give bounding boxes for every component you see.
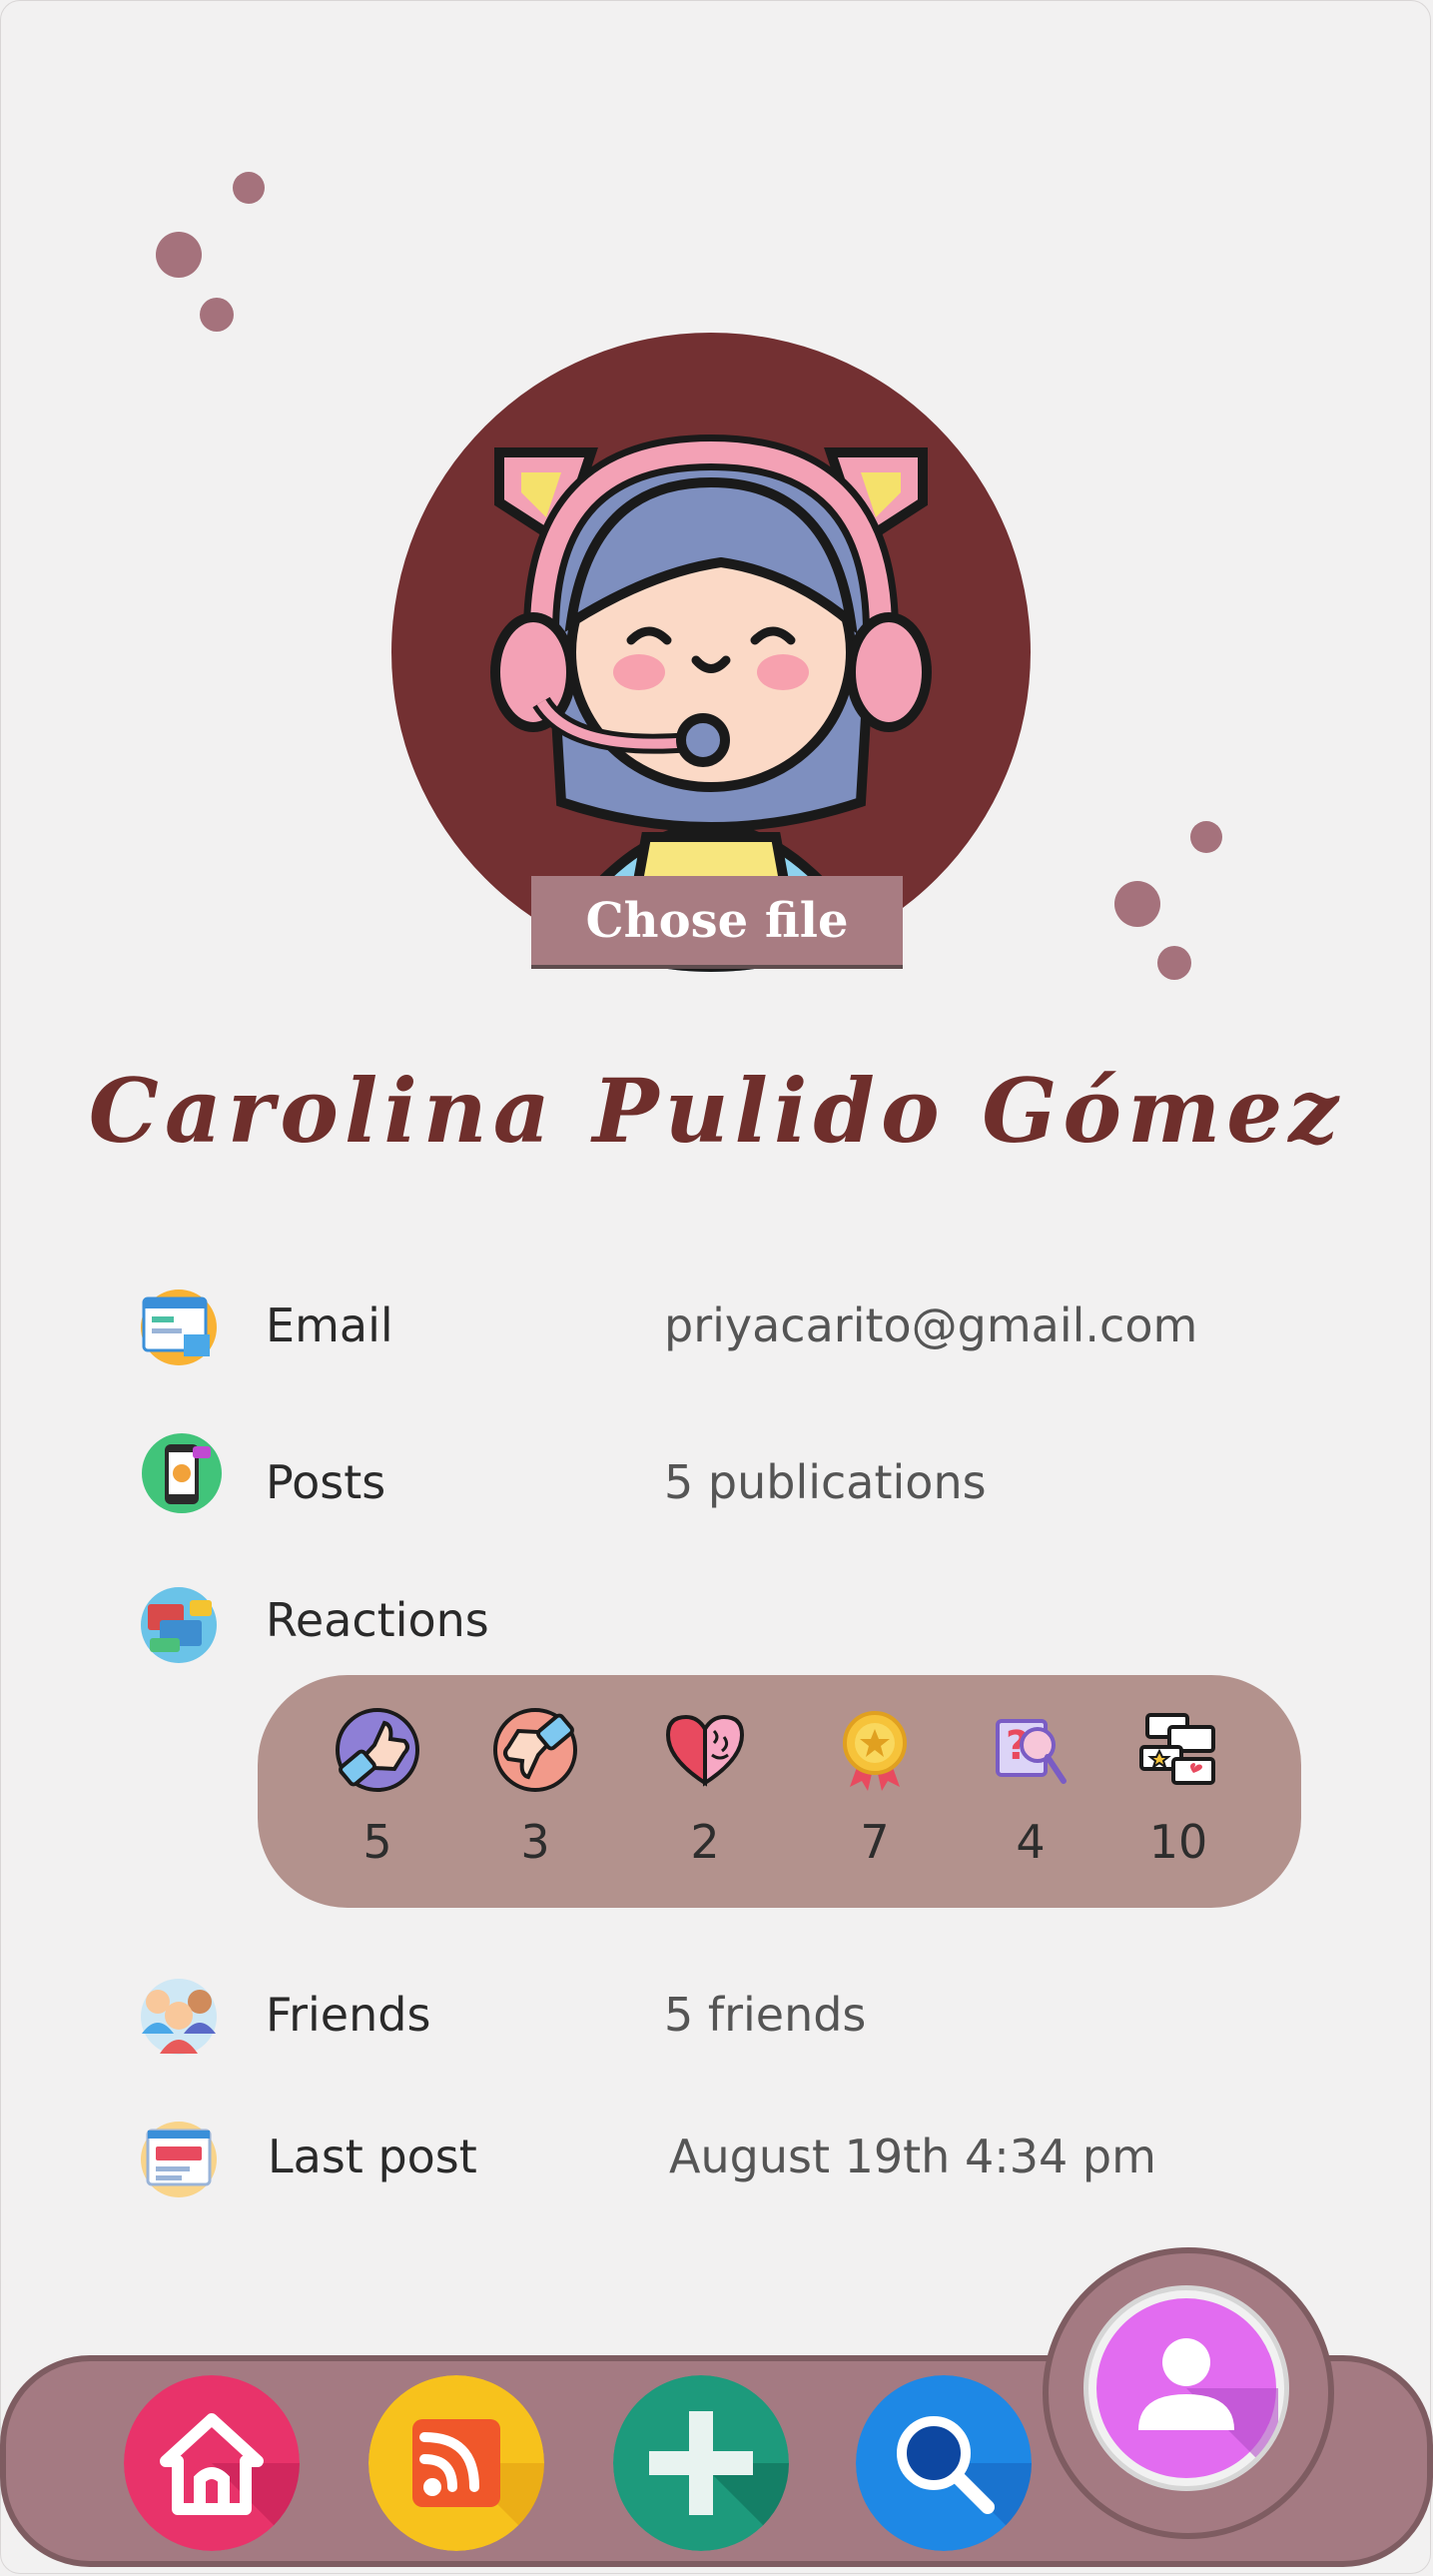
last-post-value: August 19th 4:34 pm	[669, 2130, 1156, 2183]
nav-add-button[interactable]	[613, 2375, 789, 2551]
decor-dot	[156, 232, 202, 278]
decor-dot	[200, 298, 234, 332]
add-icon	[613, 2375, 789, 2551]
reaction-count: 10	[1148, 1815, 1208, 1869]
nav-feed-button[interactable]	[368, 2375, 544, 2551]
search-icon	[856, 2375, 1032, 2551]
medal-icon	[843, 1711, 907, 1791]
profile-name: Carolina Pulido Gómez	[88, 1059, 1345, 1163]
thumbs-down-icon	[493, 1708, 577, 1792]
reaction-count: 3	[520, 1815, 550, 1869]
reaction-heart-brain[interactable]: 2	[645, 1675, 765, 1908]
decor-dot	[233, 172, 265, 204]
profile-icon	[1096, 2298, 1278, 2480]
reaction-count: 4	[1016, 1815, 1046, 1869]
heart-brain-icon	[665, 1714, 745, 1787]
friends-value: 5 friends	[664, 1988, 867, 2042]
nav-home-button[interactable]	[124, 2375, 300, 2551]
nav-profile-button[interactable]	[1083, 2285, 1289, 2491]
posts-label: Posts	[266, 1455, 386, 1509]
home-icon	[124, 2375, 300, 2551]
reaction-question-search[interactable]: ? 4	[971, 1675, 1090, 1908]
last-post-label: Last post	[268, 2130, 477, 2183]
email-label: Email	[266, 1298, 393, 1352]
decor-dot	[1190, 821, 1222, 853]
thumbs-up-icon	[336, 1708, 419, 1792]
decor-dot	[1157, 946, 1191, 980]
rss-feed-icon	[368, 2375, 544, 2551]
reaction-count: 2	[690, 1815, 720, 1869]
decor-dot	[1114, 881, 1160, 927]
posts-icon	[141, 1432, 223, 1514]
friends-label: Friends	[266, 1988, 431, 2042]
friends-icon	[138, 1976, 220, 2058]
reaction-comments[interactable]: 10	[1118, 1675, 1238, 1908]
reaction-count: 5	[362, 1815, 392, 1869]
posts-value: 5 publications	[664, 1455, 987, 1509]
reaction-thumbs-down[interactable]: 3	[475, 1675, 595, 1908]
reactions-label: Reactions	[266, 1593, 489, 1647]
question-search-icon: ?	[996, 1719, 1067, 1784]
reactions-panel: 5 3 2 7 ? 4 10	[258, 1675, 1301, 1908]
email-icon	[138, 1287, 220, 1368]
last-post-icon	[138, 2119, 220, 2200]
reaction-medal[interactable]: 7	[815, 1675, 935, 1908]
reaction-thumbs-up[interactable]: 5	[318, 1675, 437, 1908]
comments-icon	[1139, 1713, 1215, 1785]
choose-file-button[interactable]: Chose file	[531, 876, 903, 969]
reaction-count: 7	[860, 1815, 890, 1869]
nav-search-button[interactable]	[856, 2375, 1032, 2551]
email-value: priyacarito@gmail.com	[664, 1298, 1198, 1352]
reactions-icon	[138, 1584, 220, 1666]
